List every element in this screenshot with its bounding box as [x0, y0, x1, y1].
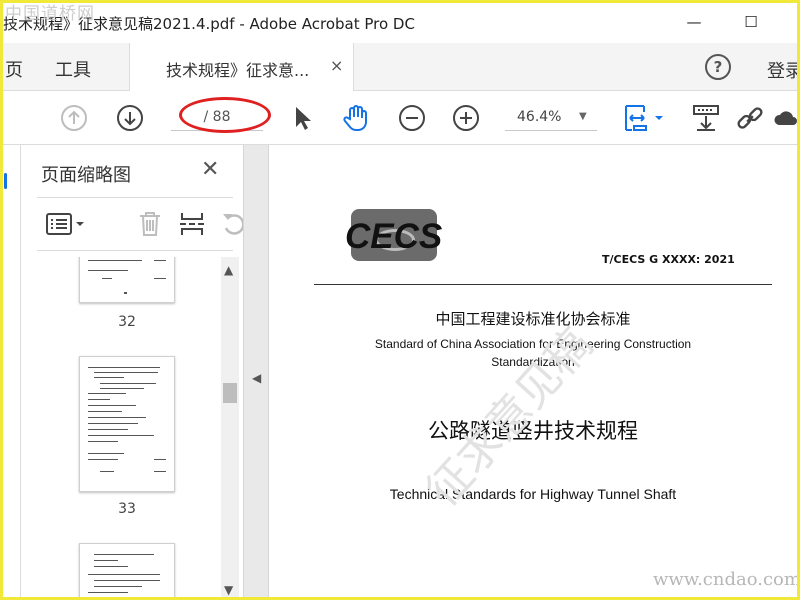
- select-tool-button[interactable]: [287, 103, 317, 133]
- panel-close-icon[interactable]: ✕: [201, 157, 219, 182]
- share-link-button[interactable]: [735, 103, 765, 133]
- panel-splitter[interactable]: ◀: [243, 145, 269, 597]
- tab-document[interactable]: 技术规程》征求意... ×: [129, 43, 354, 91]
- scrollbar-thumb[interactable]: [223, 383, 237, 403]
- tab-home[interactable]: 页: [5, 56, 23, 82]
- minus-circle-icon: [399, 105, 425, 131]
- scroll-down-icon: [693, 105, 719, 131]
- hand-icon: [343, 105, 367, 131]
- chevron-down-icon: ▼: [579, 111, 587, 122]
- panel-divider: [37, 197, 233, 198]
- cursor-arrow-icon: [296, 107, 311, 130]
- thumbnail-scrollbar[interactable]: ▲ ▼: [221, 257, 239, 597]
- scroll-mode-button[interactable]: [691, 103, 721, 133]
- navigation-strip: [3, 145, 21, 597]
- thumbnail-page[interactable]: [79, 257, 175, 303]
- tab-bar: 页 工具 技术规程》征求意... × ? 登录: [3, 43, 797, 91]
- sign-in-link[interactable]: 登录: [767, 57, 797, 83]
- insert-page-button[interactable]: [177, 209, 207, 239]
- zoom-value: 46.4%: [517, 109, 562, 125]
- maximize-button[interactable]: ☐: [736, 9, 766, 35]
- arrow-down-circle-icon: [117, 105, 143, 131]
- insert-page-icon: [180, 213, 204, 235]
- zoom-out-button[interactable]: [397, 103, 427, 133]
- trash-icon: [140, 212, 160, 236]
- tab-tools[interactable]: 工具: [55, 56, 91, 82]
- document-page: CECS T/CECS G XXXX: 2021 中国工程建设标准化协会标准 S…: [269, 145, 797, 597]
- zoom-select[interactable]: 46.4% ▼: [505, 105, 597, 131]
- scroll-up-icon[interactable]: ▲: [224, 263, 233, 277]
- delete-page-button[interactable]: [135, 209, 165, 239]
- thumbnail-page-number: 33: [118, 501, 136, 517]
- panel-title: 页面缩略图: [41, 165, 131, 186]
- arrow-up-circle-icon: [61, 105, 87, 131]
- previous-page-button[interactable]: [59, 103, 89, 133]
- cloud-icon[interactable]: [771, 103, 797, 133]
- panel-toolbar: [37, 203, 245, 251]
- zoom-in-button[interactable]: [451, 103, 481, 133]
- cecs-logo: CECS: [345, 209, 451, 263]
- cloud-shape-icon: [774, 111, 797, 125]
- scroll-down-icon[interactable]: ▼: [224, 583, 233, 597]
- link-icon: [737, 107, 763, 129]
- site-watermark-top: 中国道桥网: [5, 4, 95, 24]
- fit-page-icon: [625, 105, 663, 131]
- title-bar: 技术规程》征求意见稿2021.4.pdf - Adobe Acrobat Pro…: [3, 3, 797, 43]
- options-menu-button[interactable]: [45, 209, 89, 239]
- annotation-oval: [179, 97, 271, 133]
- collapse-panel-icon[interactable]: ◀: [252, 371, 261, 385]
- toolbar: / 88 46.4% ▼: [3, 91, 797, 145]
- document-title-en: Technical Standards for Highway Tunnel S…: [389, 486, 677, 502]
- standard-code: T/CECS G XXXX: 2021: [602, 253, 735, 266]
- acrobat-window: 技术规程》征求意见稿2021.4.pdf - Adobe Acrobat Pro…: [3, 3, 797, 597]
- list-options-icon: [46, 213, 84, 235]
- next-page-button[interactable]: [115, 103, 145, 133]
- thumbnail-page-number: 32: [118, 314, 136, 330]
- plus-circle-icon: [453, 105, 479, 131]
- minimize-button[interactable]: —: [679, 9, 709, 35]
- standard-name-cn: 中国工程建设标准化协会标准: [435, 310, 631, 328]
- site-watermark: www.cndao.com: [653, 569, 797, 590]
- logo-text: CECS: [345, 217, 443, 256]
- page-fit-button[interactable]: [621, 103, 667, 133]
- hand-tool-button[interactable]: [341, 103, 371, 133]
- active-panel-marker: [4, 173, 7, 189]
- help-icon[interactable]: ?: [705, 54, 731, 80]
- thumbnail-page[interactable]: [79, 543, 175, 597]
- thumbnail-list[interactable]: 32 33: [21, 257, 221, 597]
- header-rule: [314, 284, 772, 285]
- thumbnail-panel: 页面缩略图 ✕ 32 33 ▲ ▼: [21, 145, 245, 597]
- thumbnail-page[interactable]: [79, 356, 175, 492]
- tab-close-icon[interactable]: ×: [330, 56, 343, 75]
- tab-document-label: 技术规程》征求意...: [166, 61, 310, 80]
